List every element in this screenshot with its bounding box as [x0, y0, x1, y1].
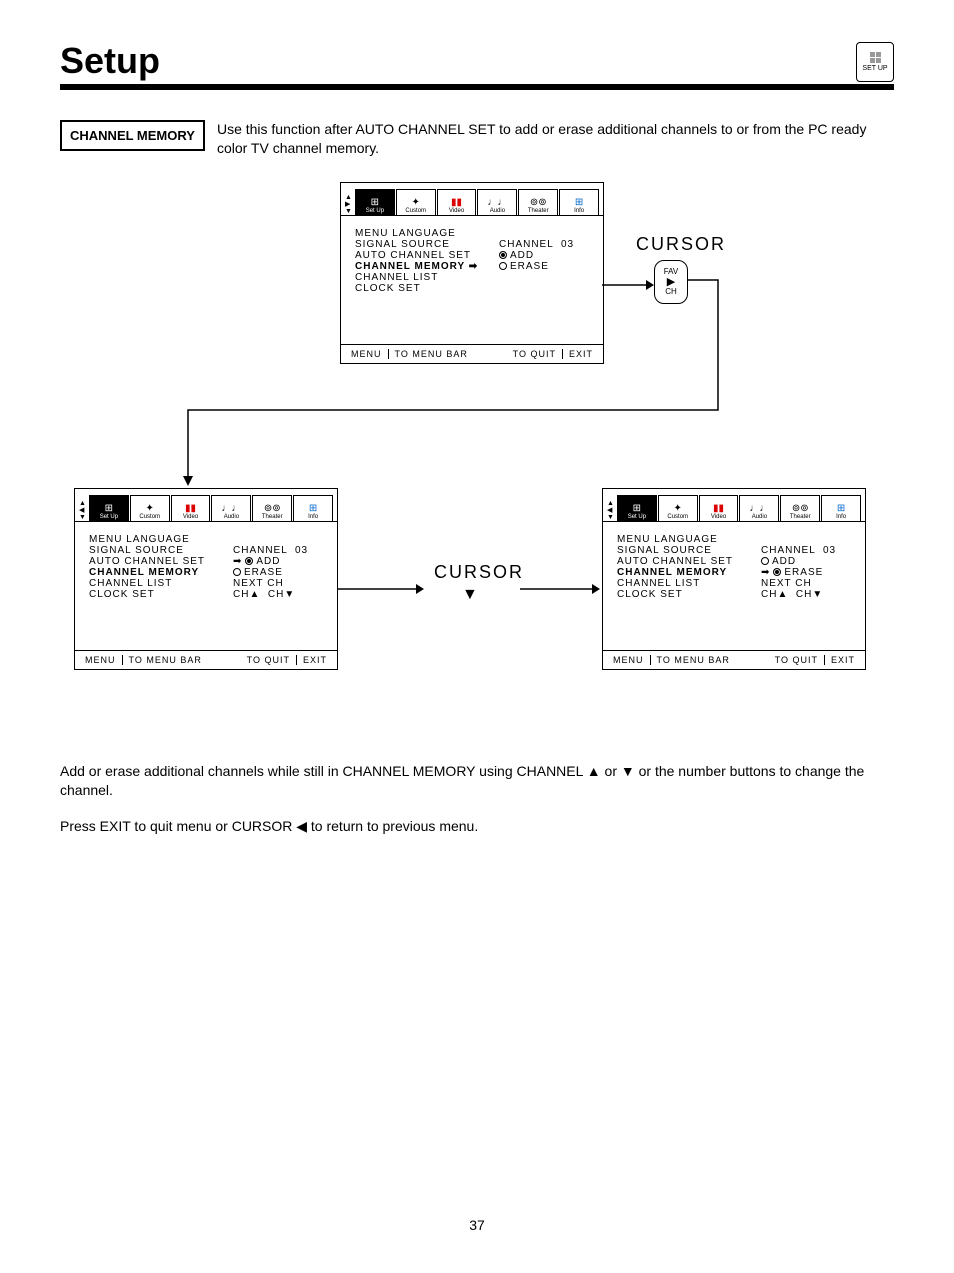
next-ch: NEXT CH: [233, 578, 323, 589]
tab-strip: ▲◀▼ ⊞Set Up ✦Custom ▮▮Video ♩♩Audio ⊚⊚Th…: [603, 489, 865, 522]
footer-menu: MENU: [81, 655, 120, 665]
setup-corner-label: SET UP: [862, 65, 887, 72]
tab-theater: ⊚⊚Theater: [780, 495, 820, 521]
intro-text: Use this function after AUTO CHANNEL SET…: [217, 120, 894, 158]
footer-quit: TO QUIT: [243, 655, 294, 665]
nav-arrows-icon: ▲◀▼: [607, 500, 614, 521]
tab-custom: ✦Custom: [396, 189, 436, 215]
mi-autoset: AUTO CHANNEL SET: [355, 250, 471, 261]
add-option: ADD: [761, 556, 851, 567]
ch-updown: CH▲ CH▼: [761, 589, 851, 600]
nav-arrows-icon: ▲▶▼: [345, 194, 352, 215]
page-title: Setup: [60, 40, 160, 82]
erase-option: ➡ERASE: [761, 567, 851, 578]
next-ch: NEXT CH: [761, 578, 851, 589]
mi-lang: MENU LANGUAGE: [617, 534, 718, 545]
channel-value: CHANNEL 03: [233, 545, 323, 556]
tab-custom: ✦Custom: [658, 495, 698, 521]
add-option: ADD: [499, 250, 589, 261]
right-arrow-icon: ➡: [469, 261, 478, 272]
channel-value: CHANNEL 03: [761, 545, 851, 556]
instruction-p2: Press EXIT to quit menu or CURSOR ◀ to r…: [60, 817, 894, 837]
mi-chlist: CHANNEL LIST: [617, 578, 700, 589]
instruction-text: Add or erase additional channels while s…: [60, 762, 894, 837]
nav-arrows-icon: ▲◀▼: [79, 500, 86, 521]
mi-lang: MENU LANGUAGE: [355, 228, 456, 239]
ch-updown: CH▲ CH▼: [233, 589, 323, 600]
panel-body: MENU LANGUAGE SIGNAL SOURCE CHANNEL 03 AU…: [75, 522, 337, 650]
instruction-p1: Add or erase additional channels while s…: [60, 762, 894, 801]
intro-row: CHANNEL MEMORY Use this function after A…: [60, 120, 894, 158]
erase-option: ERASE: [233, 567, 323, 578]
cursor-label-1: CURSOR: [636, 234, 726, 255]
arrow-2: [338, 582, 424, 596]
mi-signal: SIGNAL SOURCE: [89, 545, 184, 556]
mi-autoset: AUTO CHANNEL SET: [89, 556, 205, 567]
panel-footer: MENU TO MENU BAR TO QUIT EXIT: [603, 650, 865, 669]
tab-strip: ▲◀▼ ⊞Set Up ✦Custom ▮▮Video ♩♩Audio ⊚⊚Th…: [75, 489, 337, 522]
arrow-3: [520, 582, 600, 596]
footer-bar: TO MENU BAR: [653, 655, 734, 665]
tab-strip: ▲▶▼ ⊞Set Up ✦Custom ▮▮Video ♩♩Audio ⊚⊚Th…: [341, 183, 603, 216]
tab-video: ▮▮Video: [171, 495, 211, 521]
cursor-label-2: CURSOR: [434, 562, 524, 583]
footer-bar: TO MENU BAR: [125, 655, 206, 665]
footer-menu: MENU: [609, 655, 648, 665]
channel-value: CHANNEL 03: [499, 239, 589, 250]
panel-footer: MENU TO MENU BAR TO QUIT EXIT: [75, 650, 337, 669]
footer-quit: TO QUIT: [771, 655, 822, 665]
mi-signal: SIGNAL SOURCE: [355, 239, 450, 250]
tab-audio: ♩♩Audio: [739, 495, 779, 521]
footer-exit: EXIT: [299, 655, 331, 665]
tab-setup: ⊞Set Up: [355, 189, 395, 215]
tab-setup: ⊞Set Up: [89, 495, 129, 521]
tab-info: ⊞Info: [821, 495, 861, 521]
tab-theater: ⊚⊚Theater: [252, 495, 292, 521]
setup-corner-icon: SET UP: [856, 42, 894, 82]
tab-custom: ✦Custom: [130, 495, 170, 521]
mi-chmem: CHANNEL MEMORY: [89, 567, 199, 578]
erase-option: ERASE: [499, 261, 589, 272]
tab-video: ▮▮Video: [437, 189, 477, 215]
tab-info: ⊞Info: [559, 189, 599, 215]
tab-setup: ⊞Set Up: [617, 495, 657, 521]
mi-autoset: AUTO CHANNEL SET: [617, 556, 733, 567]
mi-chlist: CHANNEL LIST: [89, 578, 172, 589]
tab-audio: ♩♩Audio: [211, 495, 251, 521]
add-option: ➡ADD: [233, 556, 323, 567]
tab-info: ⊞Info: [293, 495, 333, 521]
osd-panel-2: ▲◀▼ ⊞Set Up ✦Custom ▮▮Video ♩♩Audio ⊚⊚Th…: [74, 488, 338, 670]
osd-panel-3: ▲◀▼ ⊞Set Up ✦Custom ▮▮Video ♩♩Audio ⊚⊚Th…: [602, 488, 866, 670]
tab-audio: ♩♩Audio: [477, 189, 517, 215]
footer-exit: EXIT: [827, 655, 859, 665]
tab-video: ▮▮Video: [699, 495, 739, 521]
mi-signal: SIGNAL SOURCE: [617, 545, 712, 556]
flow-line-1: [188, 280, 718, 490]
mi-lang: MENU LANGUAGE: [89, 534, 190, 545]
mi-clock: CLOCK SET: [617, 589, 683, 600]
page-header: Setup SET UP: [60, 40, 894, 90]
diagram-area: ▲▶▼ ⊞Set Up ✦Custom ▮▮Video ♩♩Audio ⊚⊚Th…: [60, 182, 894, 742]
mi-chmem: CHANNEL MEMORY ➡: [355, 261, 481, 272]
tab-theater: ⊚⊚Theater: [518, 189, 558, 215]
mi-clock: CLOCK SET: [89, 589, 155, 600]
section-label: CHANNEL MEMORY: [60, 120, 205, 151]
page-number: 37: [60, 1217, 894, 1233]
panel-body: MENU LANGUAGE SIGNAL SOURCE CHANNEL 03 AU…: [603, 522, 865, 650]
down-triangle-icon: ▼: [462, 586, 478, 604]
mi-chmem: CHANNEL MEMORY: [617, 567, 727, 578]
